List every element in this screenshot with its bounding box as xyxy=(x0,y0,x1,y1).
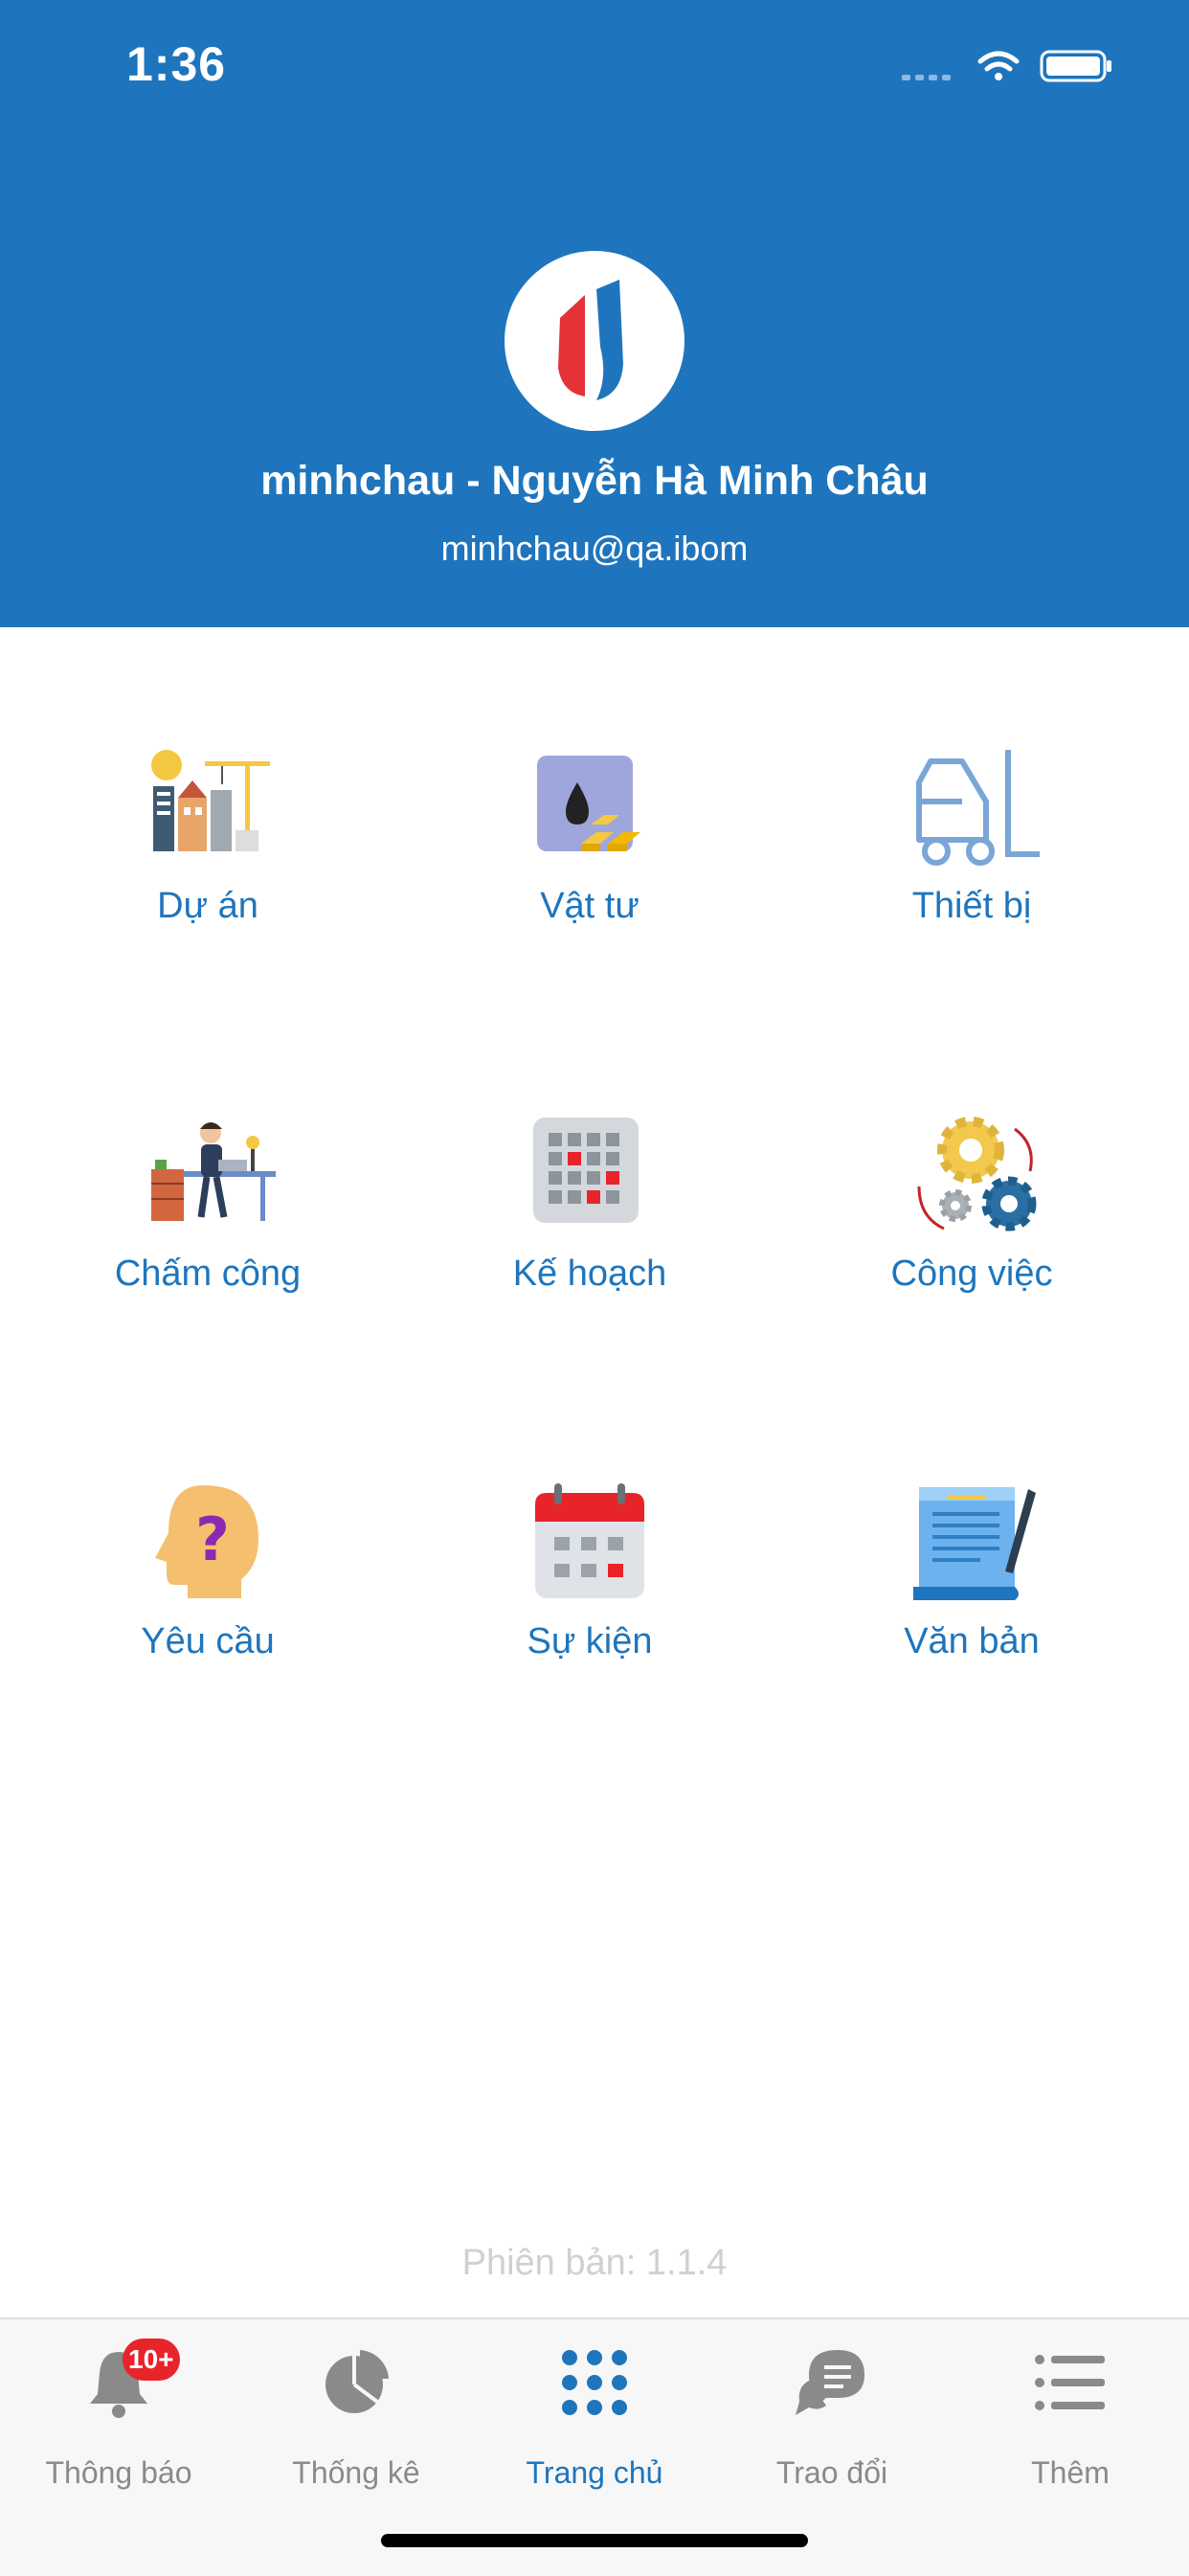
status-icons xyxy=(902,46,1112,84)
tab-notifications[interactable]: 10+ Thông báo xyxy=(0,2319,237,2511)
menu-item-du-an[interactable]: Dự án xyxy=(45,744,370,1031)
document-scroll-icon xyxy=(913,1487,1036,1600)
menu-label: Thiết bị xyxy=(911,886,1032,926)
tab-label: Thống kê xyxy=(292,2455,420,2490)
menu-item-thiet-bi[interactable]: Thiết bị xyxy=(809,744,1134,1031)
grid-dots-icon xyxy=(562,2350,627,2415)
menu-item-cham-cong[interactable]: Chấm công xyxy=(45,1112,370,1399)
forklift-icon xyxy=(916,750,1040,866)
menu-item-cong-viec[interactable]: Công việc xyxy=(809,1112,1134,1399)
calendar-icon xyxy=(535,1483,644,1598)
company-logo xyxy=(505,251,684,431)
tab-label: Trang chủ xyxy=(526,2455,663,2490)
menu-label: Văn bản xyxy=(904,1621,1040,1661)
materials-icon xyxy=(537,756,640,851)
menu-label: Vật tư xyxy=(540,886,639,926)
gears-icon xyxy=(917,1117,1037,1232)
tab-stats[interactable]: Thống kê xyxy=(237,2319,475,2511)
status-time: 1:36 xyxy=(126,37,227,91)
profile-header: 1:36 minhchau - Nguyễn Hà Minh Châu minh… xyxy=(0,0,1189,627)
timekeeping-icon xyxy=(151,1122,276,1221)
menu-label: Dự án xyxy=(157,886,258,926)
svg-text:?: ? xyxy=(195,1504,230,1574)
version-text: Phiên bản: 1.1.4 xyxy=(461,2243,728,2283)
question-head-icon: ? xyxy=(155,1485,258,1598)
notification-badge: 10+ xyxy=(123,2339,180,2381)
tab-label: Thêm xyxy=(1031,2455,1110,2490)
menu-label: Sự kiện xyxy=(527,1621,653,1661)
wifi-icon xyxy=(977,51,1020,80)
user-email: minhchau@qa.ibom xyxy=(440,529,749,568)
battery-icon xyxy=(1040,50,1111,82)
tab-chat[interactable]: Trao đổi xyxy=(713,2319,951,2511)
menu-label: Kế hoạch xyxy=(512,1254,667,1294)
chat-bubble-icon xyxy=(796,2350,864,2415)
tab-label: Trao đổi xyxy=(775,2455,888,2490)
tab-label: Thông báo xyxy=(45,2455,192,2490)
user-name: minhchau - Nguyễn Hà Minh Châu xyxy=(260,458,929,504)
tab-more[interactable]: Thêm xyxy=(952,2319,1189,2511)
menu-label: Yêu cầu xyxy=(141,1621,275,1661)
menu-label: Chấm công xyxy=(114,1254,302,1294)
tab-home[interactable]: Trang chủ xyxy=(476,2319,713,2511)
menu-item-su-kien[interactable]: Sự kiện xyxy=(427,1480,752,1767)
construction-project-icon xyxy=(151,750,270,851)
menu-item-van-ban[interactable]: Văn bản xyxy=(809,1480,1134,1767)
cellular-signal-icon xyxy=(902,75,951,80)
menu-item-vat-tu[interactable]: Vật tư xyxy=(427,744,752,1031)
menu-label: Công việc xyxy=(890,1254,1053,1294)
menu-item-yeu-cau[interactable]: ? Yêu cầu xyxy=(45,1480,370,1767)
menu-item-ke-hoach[interactable]: Kế hoạch xyxy=(427,1112,752,1399)
plan-grid-icon xyxy=(533,1118,639,1223)
pie-chart-icon xyxy=(325,2350,389,2413)
home-indicator xyxy=(381,2534,808,2547)
menu-list-icon xyxy=(1035,2355,1105,2410)
